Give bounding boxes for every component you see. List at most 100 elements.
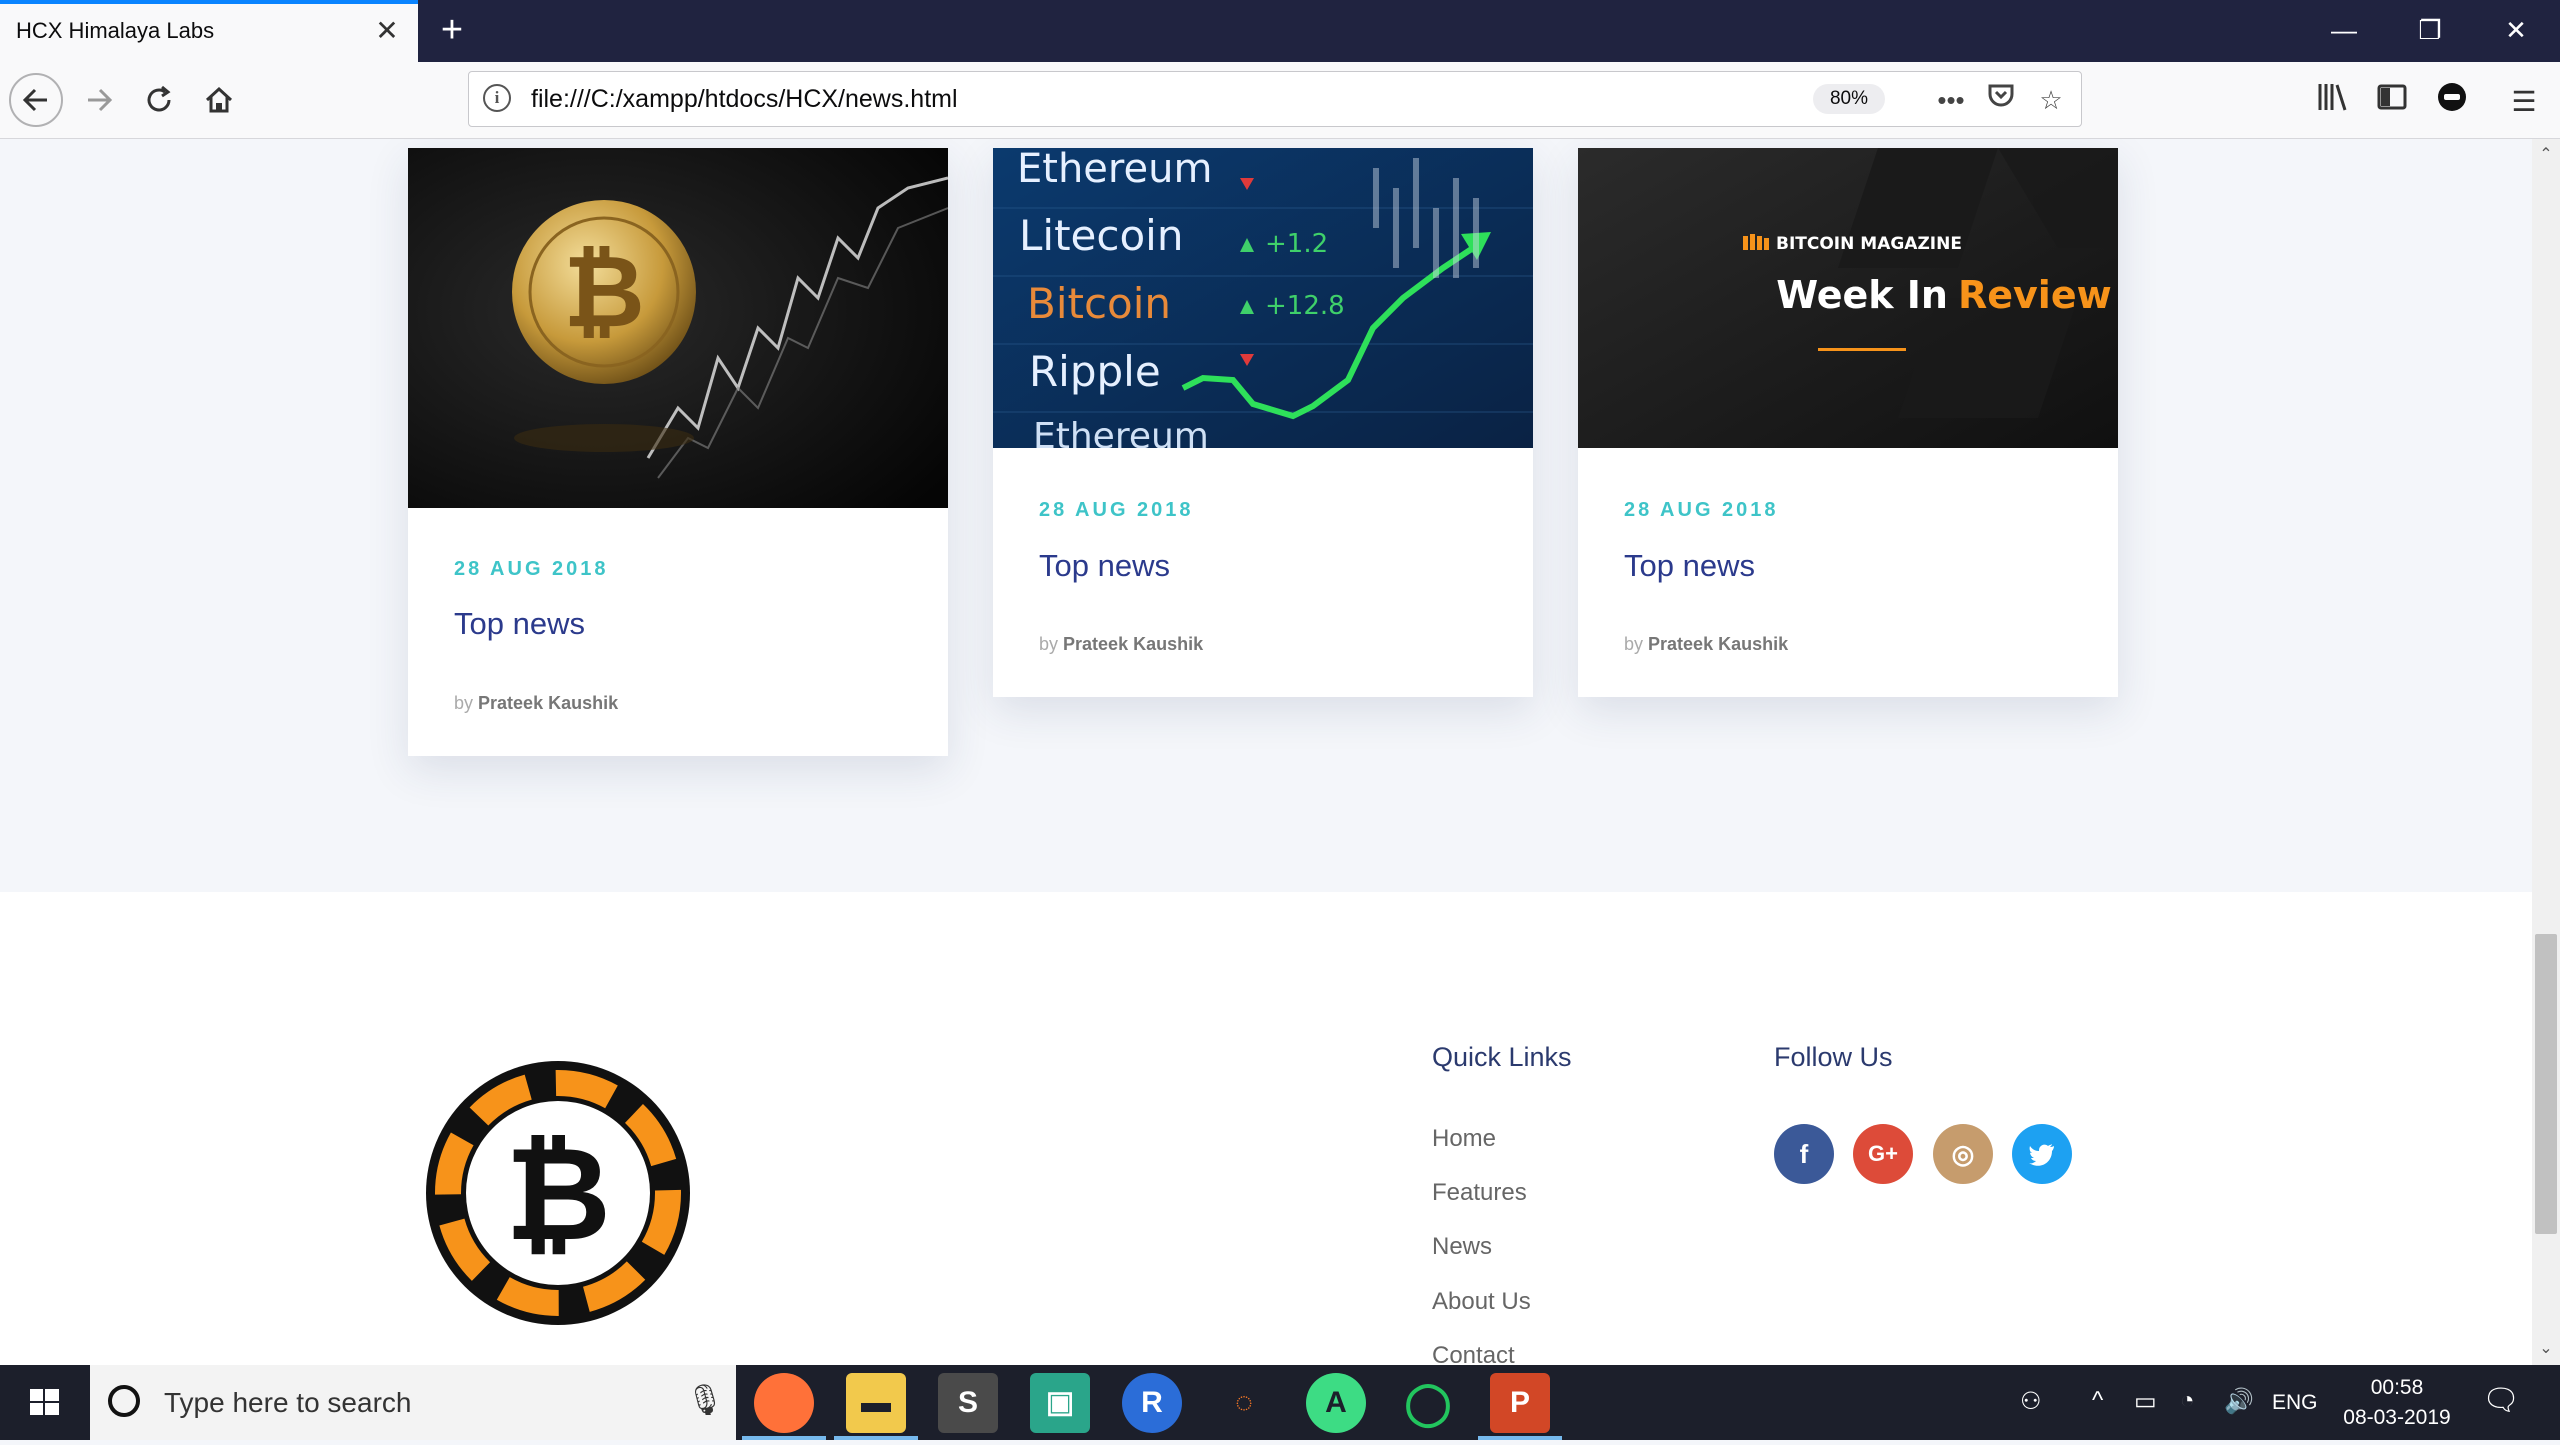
home-button[interactable] (192, 73, 246, 127)
clock-date: 08-03-2019 (2343, 1406, 2451, 1429)
news-card[interactable]: ₿ 28 AUG 2018 Top news by Prateek Kaushi… (408, 148, 948, 756)
tab-title: HCX Himalaya Labs (16, 18, 215, 43)
close-tab-icon[interactable]: ✕ (370, 14, 404, 48)
card-byline: by Prateek Kaushik (1624, 634, 1788, 655)
reload-icon (147, 85, 171, 112)
card-byline: by Prateek Kaushik (454, 693, 618, 714)
file-explorer-icon[interactable]: ▬ (846, 1373, 906, 1433)
card-author[interactable]: Prateek Kaushik (1648, 634, 1788, 654)
scroll-up-icon[interactable]: ⌃ (2532, 141, 2560, 169)
facebook-icon[interactable]: f (1774, 1124, 1834, 1184)
forward-arrow-icon (88, 88, 113, 112)
people-icon[interactable]: ⚇ (2020, 1387, 2042, 1416)
library-icon[interactable] (2310, 80, 2354, 124)
svg-text:₿: ₿ (505, 1118, 611, 1270)
byline-prefix: by (1624, 634, 1644, 654)
back-arrow-icon (22, 88, 47, 112)
brand-name: BITCOIN MAGAZINE (1776, 234, 1962, 254)
byline-prefix: by (454, 693, 474, 713)
card-title[interactable]: Top news (454, 606, 585, 642)
ticker-delta: +12.8 (1265, 291, 1345, 321)
page-actions-icon[interactable]: ••• (1931, 80, 1971, 120)
footer-link-contact[interactable]: Contact (1432, 1342, 1515, 1365)
card-date: 28 AUG 2018 (454, 558, 609, 580)
svg-text:₿: ₿ (563, 233, 645, 350)
browser-tab[interactable]: HCX Himalaya Labs ✕ (0, 0, 418, 62)
show-hidden-icons-icon[interactable]: ^ (2092, 1387, 2103, 1415)
scroll-down-icon[interactable]: ⌄ (2532, 1335, 2560, 1363)
search-placeholder: Type here to search (164, 1387, 412, 1418)
footer-link-about[interactable]: About Us (1432, 1288, 1531, 1316)
start-button[interactable] (0, 1365, 88, 1440)
powerpoint-icon[interactable]: P (1490, 1373, 1550, 1433)
headline-part-1: Week In (1776, 273, 1948, 317)
url-text[interactable]: file:///C:/xampp/htdocs/HCX/news.html (531, 85, 958, 114)
spinner-app-icon[interactable]: ◯ (1398, 1373, 1458, 1433)
zoom-indicator[interactable]: 80% (1813, 84, 1885, 114)
card-author[interactable]: Prateek Kaushik (1063, 634, 1203, 654)
reload-button[interactable] (132, 73, 186, 127)
active-app-indicator (834, 1436, 918, 1440)
bookmark-star-icon[interactable]: ☆ (2031, 80, 2071, 120)
back-button[interactable] (9, 73, 63, 127)
card-title[interactable]: Top news (1039, 548, 1170, 584)
crypto-ticker-image[interactable]: Ethereum Litecoin Bitcoin Ripple Ethereu… (993, 148, 1533, 448)
jupyter-icon[interactable]: ◌ (1214, 1373, 1274, 1433)
r-app-icon[interactable]: R (1122, 1373, 1182, 1433)
quick-links-heading: Quick Links (1432, 1042, 1572, 1072)
forward-button[interactable] (72, 73, 126, 127)
page-scrollbar[interactable]: ⌃ ⌄ (2532, 139, 2560, 1365)
news-card[interactable]: Ethereum Litecoin Bitcoin Ripple Ethereu… (993, 148, 1533, 697)
card-date: 28 AUG 2018 (1039, 499, 1194, 521)
info-icon[interactable]: i (483, 84, 511, 112)
firefox-icon[interactable] (754, 1373, 814, 1433)
instagram-icon[interactable]: ◎ (1933, 1124, 1993, 1184)
headline-part-2: Review (1958, 273, 2112, 317)
store-app-icon[interactable]: ▣ (1030, 1373, 1090, 1433)
account-icon[interactable] (2430, 80, 2474, 124)
twitter-icon[interactable] (2012, 1124, 2072, 1184)
footer-link-features[interactable]: Features (1432, 1179, 1527, 1207)
system-clock[interactable]: 00:58 08-03-2019 (2332, 1373, 2462, 1433)
restore-button[interactable]: ❐ (2400, 8, 2460, 52)
bitcoin-logo[interactable]: ₿ (424, 1059, 692, 1327)
ticker-row-label: Litecoin (1019, 211, 1183, 260)
volume-icon[interactable]: 🔊 (2224, 1387, 2254, 1416)
close-window-button[interactable]: ✕ (2486, 8, 2546, 52)
ticker-delta: +1.2 (1265, 229, 1328, 259)
wifi-icon[interactable]: ◔ (2180, 1387, 2195, 1415)
menu-icon[interactable]: ☰ (2502, 80, 2546, 124)
new-tab-button[interactable]: + (432, 8, 472, 52)
url-bar[interactable]: i file:///C:/xampp/htdocs/HCX/news.html … (468, 71, 2082, 127)
week-in-review-image[interactable]: BITCOIN MAGAZINE Week In Review (1578, 148, 2118, 448)
ticker-row-label: Ethereum (1033, 416, 1209, 448)
scroll-thumb[interactable] (2535, 934, 2557, 1234)
footer-link-news[interactable]: News (1432, 1233, 1492, 1261)
ticker-row-label: Ethereum (1017, 148, 1212, 192)
cortana-icon (108, 1385, 140, 1417)
home-icon (205, 86, 233, 113)
sublime-text-icon[interactable]: S (938, 1373, 998, 1433)
google-plus-icon[interactable]: G+ (1853, 1124, 1913, 1184)
active-app-indicator (1478, 1436, 1562, 1440)
footer: ₿ Quick Links Home Features News About U… (0, 892, 2532, 1365)
news-section: ₿ 28 AUG 2018 Top news by Prateek Kaushi… (0, 139, 2532, 892)
minimize-button[interactable]: — (2314, 8, 2374, 52)
microphone-icon[interactable]: 🎙 (686, 1383, 724, 1418)
sidebar-icon[interactable] (2370, 80, 2414, 124)
footer-link-home[interactable]: Home (1432, 1125, 1496, 1153)
android-studio-icon[interactable]: A (1306, 1373, 1366, 1433)
bitcoin-coin-image[interactable]: ₿ (408, 148, 948, 508)
card-author[interactable]: Prateek Kaushik (478, 693, 618, 713)
taskbar-search[interactable]: Type here to search 🎙 (90, 1365, 736, 1440)
ticker-row-label: Ripple (1029, 347, 1161, 396)
browser-titlebar: HCX Himalaya Labs ✕ + — ❐ ✕ (0, 0, 2560, 62)
card-title[interactable]: Top news (1624, 548, 1755, 584)
notifications-icon[interactable]: 🗨 (2482, 1383, 2520, 1418)
battery-icon[interactable]: ▭ (2134, 1387, 2157, 1416)
news-card[interactable]: BITCOIN MAGAZINE Week In Review 28 AUG 2… (1578, 148, 2118, 697)
language-indicator[interactable]: ENG (2272, 1391, 2318, 1415)
active-app-indicator (742, 1436, 826, 1440)
pocket-icon[interactable] (1981, 80, 2021, 120)
card-byline: by Prateek Kaushik (1039, 634, 1203, 655)
